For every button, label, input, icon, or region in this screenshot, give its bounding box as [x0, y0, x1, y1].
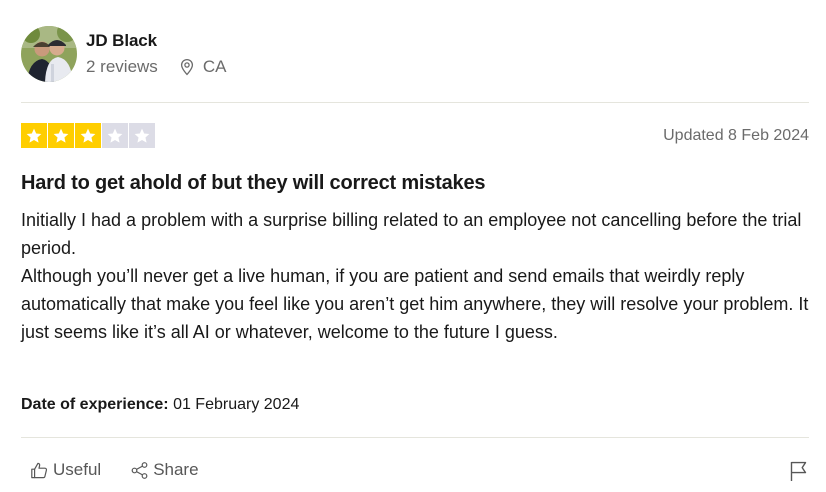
share-label: Share — [153, 460, 199, 479]
star-filled — [21, 123, 47, 148]
reviewer-header: JD Black 2 reviews CA — [21, 26, 226, 82]
share-icon — [131, 461, 148, 479]
review-paragraph: Initially I had a problem with a surpris… — [21, 210, 802, 258]
location-pin-icon — [180, 58, 193, 76]
star-icon — [80, 128, 96, 143]
star-empty — [129, 123, 155, 148]
star-filled — [48, 123, 74, 148]
reviewer-meta: 2 reviews CA — [86, 57, 226, 77]
avatar[interactable] — [21, 26, 77, 82]
star-filled — [75, 123, 101, 148]
star-icon — [26, 128, 42, 143]
divider — [21, 102, 809, 103]
date-of-experience: Date of experience: 01 February 2024 — [21, 395, 299, 415]
reviews-count: 2 reviews — [86, 57, 158, 76]
reviewer-name[interactable]: JD Black — [86, 31, 226, 51]
review-body: Initially I had a problem with a surpris… — [21, 206, 811, 346]
useful-button[interactable]: Useful — [30, 460, 101, 480]
star-icon — [107, 128, 123, 143]
date-of-experience-value: 01 February 2024 — [173, 396, 300, 413]
thumbs-up-icon — [31, 462, 48, 478]
star-empty — [102, 123, 128, 148]
flag-icon[interactable] — [789, 460, 809, 482]
review-actions: Useful Share — [30, 460, 199, 480]
avatar-photo — [21, 26, 77, 82]
divider — [21, 437, 809, 438]
useful-label: Useful — [53, 460, 102, 479]
star-rating — [21, 123, 155, 148]
reviewer-country: CA — [202, 57, 227, 76]
review-paragraph: Although you’ll never get a live human, … — [21, 266, 809, 342]
review-updated-date: Updated 8 Feb 2024 — [663, 127, 809, 144]
reviewer-info: JD Black 2 reviews CA — [86, 31, 226, 77]
star-icon — [134, 128, 150, 143]
share-button[interactable]: Share — [130, 460, 199, 480]
review-card: JD Black 2 reviews CA Updated 8 Feb 2024… — [21, 0, 809, 492]
reviewer-location: CA — [178, 57, 227, 77]
review-title[interactable]: Hard to get ahold of but they will corre… — [21, 170, 486, 196]
star-icon — [53, 128, 69, 143]
date-of-experience-label: Date of experience: — [21, 396, 169, 413]
